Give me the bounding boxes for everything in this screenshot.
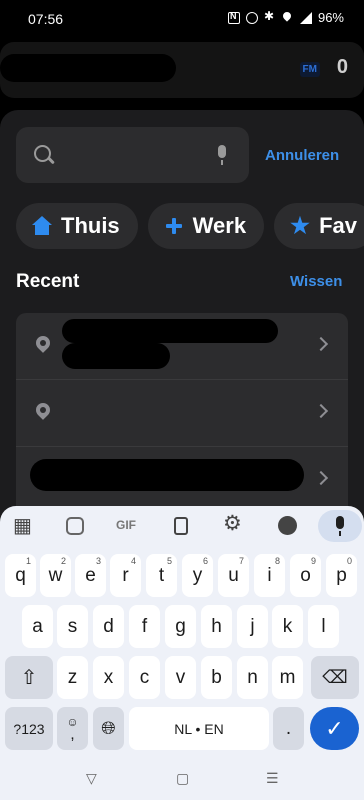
signal-icon [298, 11, 312, 24]
alarm-icon [245, 11, 258, 24]
key-v[interactable]: v [165, 656, 196, 699]
chevron-right-icon [313, 336, 329, 352]
backspace-key[interactable]: ⌫ [311, 656, 359, 699]
bluetooth-icon [264, 9, 276, 24]
key-n[interactable]: n [237, 656, 268, 699]
key-o[interactable]: o9 [290, 554, 321, 597]
key-f[interactable]: f [129, 605, 160, 648]
key-j[interactable]: j [237, 605, 268, 648]
shortcut-favorites[interactable]: ★ Fav [274, 203, 364, 249]
keyboard-toolbar: GIF [0, 506, 364, 546]
system-nav-bar: ▽ ▢ ☰ [0, 760, 364, 800]
search-icon [34, 145, 54, 165]
nav-recents-icon[interactable]: ☰ [266, 770, 279, 787]
key-t[interactable]: t5 [146, 554, 177, 597]
fm-badge: FM [299, 62, 320, 77]
shortcut-chips: Thuis Werk ★ Fav [16, 203, 364, 249]
language-key[interactable]: 🌐︎ [93, 707, 124, 750]
symbols-key[interactable]: ?123 [5, 707, 53, 750]
key-l[interactable]: l [308, 605, 339, 648]
search-input[interactable] [16, 127, 249, 183]
shortcut-label: Thuis [61, 213, 120, 238]
key-k[interactable]: k [272, 605, 303, 648]
theme-palette-icon[interactable] [278, 516, 297, 535]
shortcut-home[interactable]: Thuis [16, 203, 138, 249]
key-q[interactable]: q1 [5, 554, 36, 597]
top-bar: FM 0 [0, 42, 364, 98]
shift-key[interactable]: ⇧ [5, 656, 53, 699]
redacted-text [62, 343, 170, 369]
nfc-icon [227, 11, 240, 24]
nav-home-icon[interactable]: ▢ [176, 770, 189, 787]
space-key[interactable]: NL • EN [129, 707, 269, 750]
key-a[interactable]: a [22, 605, 53, 648]
key-r[interactable]: r4 [110, 554, 141, 597]
apps-grid-icon[interactable] [11, 513, 35, 538]
key-c[interactable]: c [129, 656, 160, 699]
sticker-icon[interactable] [66, 517, 84, 535]
chevron-right-icon [313, 403, 329, 419]
settings-icon[interactable] [222, 511, 246, 538]
key-m[interactable]: m [272, 656, 303, 699]
recent-list [16, 313, 348, 514]
cancel-button[interactable]: Annuleren [265, 147, 339, 164]
nav-back-icon[interactable]: ▽ [86, 770, 97, 787]
plus-icon [164, 216, 184, 236]
key-s[interactable]: s [57, 605, 88, 648]
microphone-icon[interactable] [215, 145, 229, 167]
globe-icon: 🌐︎ [101, 718, 116, 738]
shortcut-label: Werk [192, 213, 247, 238]
backspace-icon: ⌫ [322, 667, 348, 687]
key-h[interactable]: h [201, 605, 232, 648]
list-item[interactable] [16, 447, 348, 514]
home-icon [32, 216, 52, 236]
clipboard-icon[interactable] [174, 517, 188, 535]
key-e[interactable]: e3 [75, 554, 106, 597]
shortcut-label: Fav [319, 213, 357, 238]
key-b[interactable]: b [201, 656, 232, 699]
status-bar: 07:56 96% [0, 0, 364, 38]
key-d[interactable]: d [93, 605, 124, 648]
keyboard: GIF q1 w2 e3 r4 t5 y6 u7 i8 o9 p0 a s d … [0, 506, 364, 760]
enter-key[interactable]: ✓ [310, 707, 359, 750]
key-p[interactable]: p0 [326, 554, 357, 597]
key-w[interactable]: w2 [40, 554, 71, 597]
status-icons: 96% [227, 9, 344, 25]
redacted-text [62, 319, 278, 343]
recent-title: Recent [16, 271, 80, 292]
battery-level: 96% [317, 10, 344, 25]
chevron-right-icon [313, 470, 329, 486]
key-z[interactable]: z [57, 656, 88, 699]
key-u[interactable]: u7 [218, 554, 249, 597]
voice-input-icon[interactable] [318, 510, 362, 542]
status-time: 07:56 [28, 11, 64, 27]
shortcut-work[interactable]: Werk [147, 203, 265, 249]
location-icon [282, 12, 292, 24]
clear-recent-button[interactable]: Wissen [290, 273, 342, 290]
location-pin-icon [35, 336, 51, 358]
key-x[interactable]: x [93, 656, 124, 699]
list-item[interactable] [16, 380, 348, 447]
key-y[interactable]: y6 [182, 554, 213, 597]
comma-key[interactable]: ☺ , [57, 707, 88, 750]
fm-count: 0 [336, 56, 348, 78]
gif-button[interactable]: GIF [116, 518, 140, 542]
shift-icon: ⇧ [20, 667, 38, 689]
location-pin-icon [35, 403, 51, 425]
checkmark-icon: ✓ [325, 715, 344, 741]
list-item[interactable] [16, 313, 348, 380]
redacted-area [0, 54, 176, 82]
search-sheet: Annuleren Thuis Werk ★ Fav Recent Wissen [0, 110, 364, 530]
star-icon: ★ [290, 213, 310, 238]
key-g[interactable]: g [165, 605, 196, 648]
redacted-text [30, 459, 304, 491]
period-key[interactable]: . [273, 707, 304, 750]
key-i[interactable]: i8 [254, 554, 285, 597]
